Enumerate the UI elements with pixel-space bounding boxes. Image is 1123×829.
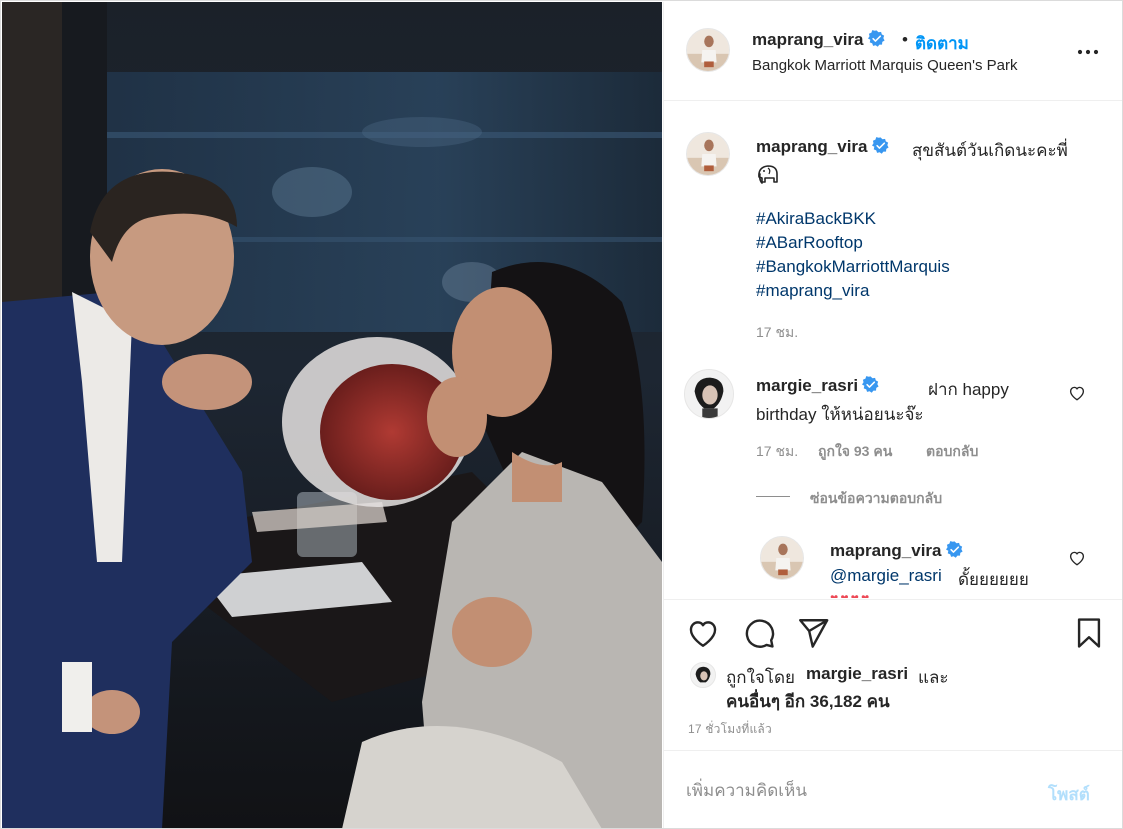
comments-list[interactable]: maprang_vira สุขสันต์วันเกิดนะคะพี่ #Aki… xyxy=(664,102,1122,598)
bookmark-icon[interactable] xyxy=(1072,616,1106,650)
elephant-emoji-icon xyxy=(756,163,780,185)
author-username[interactable]: maprang_vira xyxy=(752,30,885,50)
hashtag-link[interactable]: #AkiraBackBKK xyxy=(756,207,950,231)
liked-by-and: และ xyxy=(918,668,949,687)
comment-input[interactable] xyxy=(686,777,1026,805)
caption-username[interactable]: maprang_vira xyxy=(756,137,889,157)
separator-dot: • xyxy=(902,30,908,49)
liker-avatar[interactable] xyxy=(690,662,716,688)
follow-button[interactable]: ติดตาม xyxy=(915,30,969,57)
commenter-avatar[interactable] xyxy=(684,369,734,419)
post-header: maprang_vira • ติดตาม Bangkok Marriott M… xyxy=(664,2,1122,101)
hide-replies-button[interactable]: ซ่อนข้อความตอบกลับ xyxy=(810,488,942,510)
comment-text-line-1: ฝาก happy xyxy=(928,380,1009,399)
paper-plane-icon[interactable] xyxy=(796,616,830,650)
commenter-avatar-image xyxy=(685,370,733,418)
verified-badge-icon xyxy=(871,137,889,154)
liked-by-username[interactable]: margie_rasri xyxy=(806,664,908,684)
add-comment-bar: โพสต์ xyxy=(664,750,1122,828)
verified-badge-icon xyxy=(945,541,963,558)
comment-like-heart-icon[interactable] xyxy=(1068,384,1086,402)
hashtag-link[interactable]: #BangkokMarriottMarquis xyxy=(756,255,950,279)
author-username-text[interactable]: maprang_vira xyxy=(752,30,864,49)
reply-username[interactable]: maprang_vira xyxy=(830,541,963,561)
commenter-username-text[interactable]: margie_rasri xyxy=(756,376,858,395)
caption-timestamp[interactable]: 17 ชม. xyxy=(756,322,798,344)
reply-text: ดั้ยยยยยย xyxy=(958,570,1029,589)
heart-icon[interactable] xyxy=(686,616,720,650)
caption-username-text[interactable]: maprang_vira xyxy=(756,137,868,156)
post-photo[interactable] xyxy=(2,2,662,828)
author-avatar[interactable] xyxy=(686,28,730,72)
comment-text-line-2: birthday ให้หน่อยนะจ๊ะ xyxy=(756,405,924,424)
reply-avatar-image xyxy=(761,537,803,579)
liked-by-label: ถูกใจโดย xyxy=(726,668,795,687)
post-comment-button[interactable]: โพสต์ xyxy=(1048,781,1090,808)
hashtag-link[interactable]: #ABarRooftop xyxy=(756,231,950,255)
caption-text: สุขสันต์วันเกิดนะคะพี่ xyxy=(912,141,1068,160)
liker-avatar-image xyxy=(691,663,715,687)
reply-mention-link[interactable]: @margie_rasri xyxy=(830,566,942,586)
hashtag-link[interactable]: #maprang_vira xyxy=(756,279,950,303)
liked-by-others-count[interactable]: คนอื่นๆ อีก 36,182 คน xyxy=(726,688,890,715)
post-actions-bar xyxy=(664,599,1122,659)
replies-divider xyxy=(756,496,790,497)
comment-likes-count[interactable]: ถูกใจ 93 คน xyxy=(818,441,892,463)
caption-avatar[interactable] xyxy=(686,132,730,176)
comment-bubble-icon[interactable] xyxy=(742,616,776,650)
reply-like-heart-icon[interactable] xyxy=(1068,549,1086,567)
reply-heart-emojis: ♥♥♥♥ xyxy=(830,590,872,598)
post-timestamp[interactable]: 17 ชั่วโมงที่แล้ว xyxy=(688,720,772,739)
location-link[interactable]: Bangkok Marriott Marquis Queen's Park xyxy=(752,57,1017,74)
verified-badge-icon xyxy=(867,30,885,47)
caption-hashtags: #AkiraBackBKK #ABarRooftop #BangkokMarri… xyxy=(756,207,950,303)
caption-avatar-image xyxy=(687,133,729,175)
comment-timestamp[interactable]: 17 ชม. xyxy=(756,441,798,463)
reply-avatar[interactable] xyxy=(760,536,804,580)
more-options-icon[interactable] xyxy=(1076,40,1100,64)
verified-badge-icon xyxy=(862,376,879,393)
author-avatar-image xyxy=(687,29,729,71)
post-photo-image xyxy=(2,2,662,828)
reply-button[interactable]: ตอบกลับ xyxy=(926,441,978,463)
reply-username-text[interactable]: maprang_vira xyxy=(830,541,942,560)
commenter-username[interactable]: margie_rasri xyxy=(756,376,879,396)
instagram-post-modal: maprang_vira • ติดตาม Bangkok Marriott M… xyxy=(0,0,1123,829)
post-details-panel: maprang_vira • ติดตาม Bangkok Marriott M… xyxy=(663,2,1122,828)
